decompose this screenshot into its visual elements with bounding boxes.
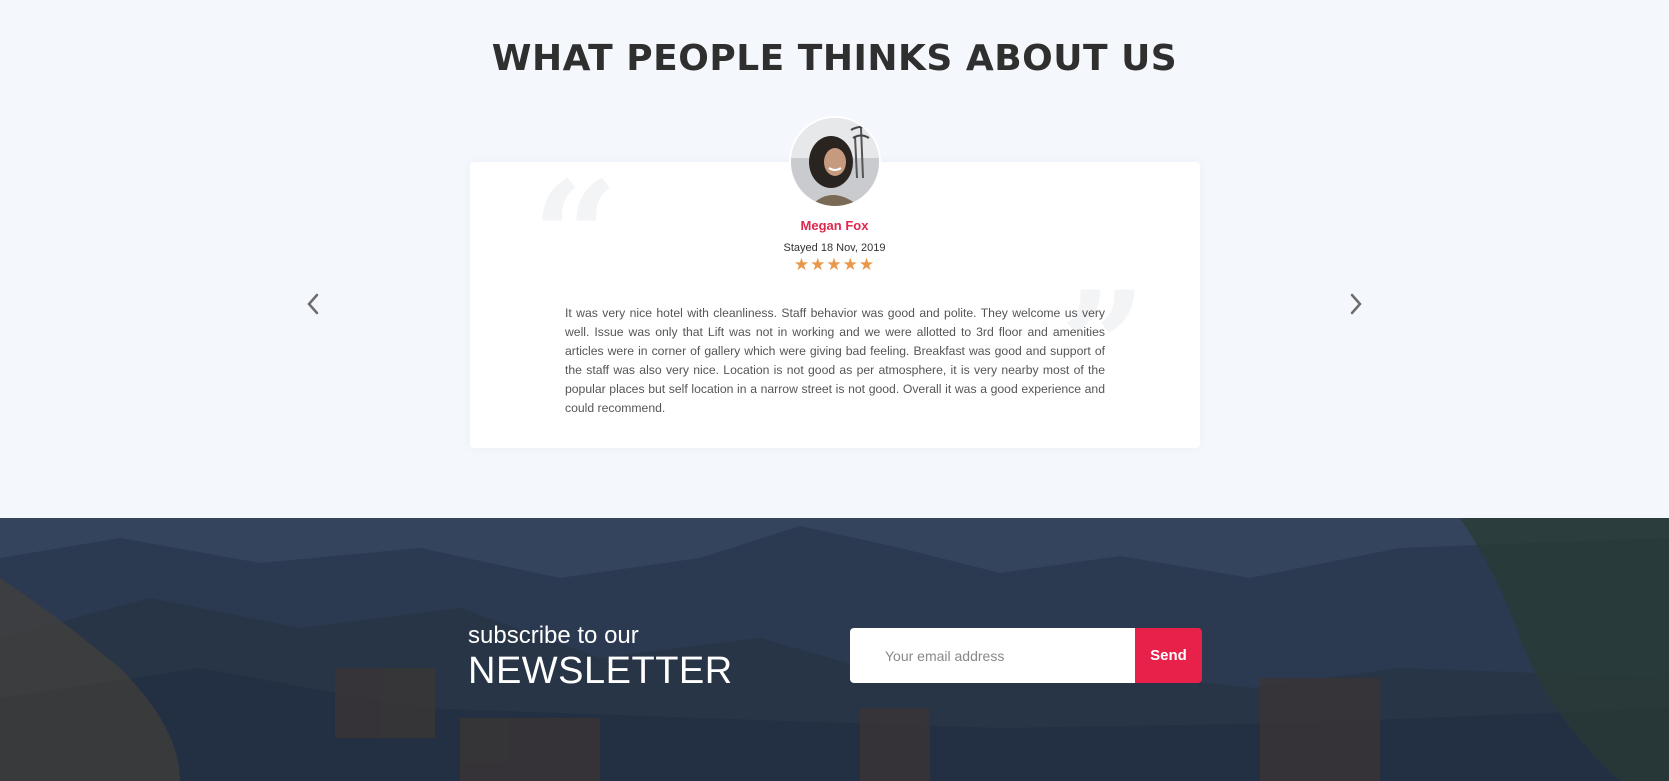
newsletter-subtitle: subscribe to our [468, 622, 639, 649]
newsletter-title: NEWSLETTER [468, 650, 733, 692]
rating-stars: ★★★★★ [793, 255, 876, 274]
section-title: WHAT PEOPLE THINKS ABOUT US [491, 38, 1178, 79]
review-text: It was very nice hotel with cleanliness.… [565, 306, 1105, 415]
carousel-prev-button[interactable] [299, 290, 327, 318]
mountain-background-image [0, 518, 1669, 781]
carousel-next-button[interactable] [1342, 290, 1370, 318]
stay-date: Stayed 18 Nov, 2019 [783, 242, 886, 254]
chevron-left-icon [306, 293, 320, 315]
reviewer-name: Megan Fox [800, 218, 869, 233]
send-button[interactable]: Send [1135, 628, 1202, 683]
testimonials-section: WHAT PEOPLE THINKS ABOUT US “ ” Megan Fo… [0, 0, 1669, 518]
avatar [789, 116, 881, 208]
email-field[interactable] [850, 628, 1136, 683]
quote-open-icon: “ [532, 149, 619, 325]
chevron-right-icon [1349, 293, 1363, 315]
newsletter-section: subscribe to our NEWSLETTER Send [0, 518, 1669, 781]
